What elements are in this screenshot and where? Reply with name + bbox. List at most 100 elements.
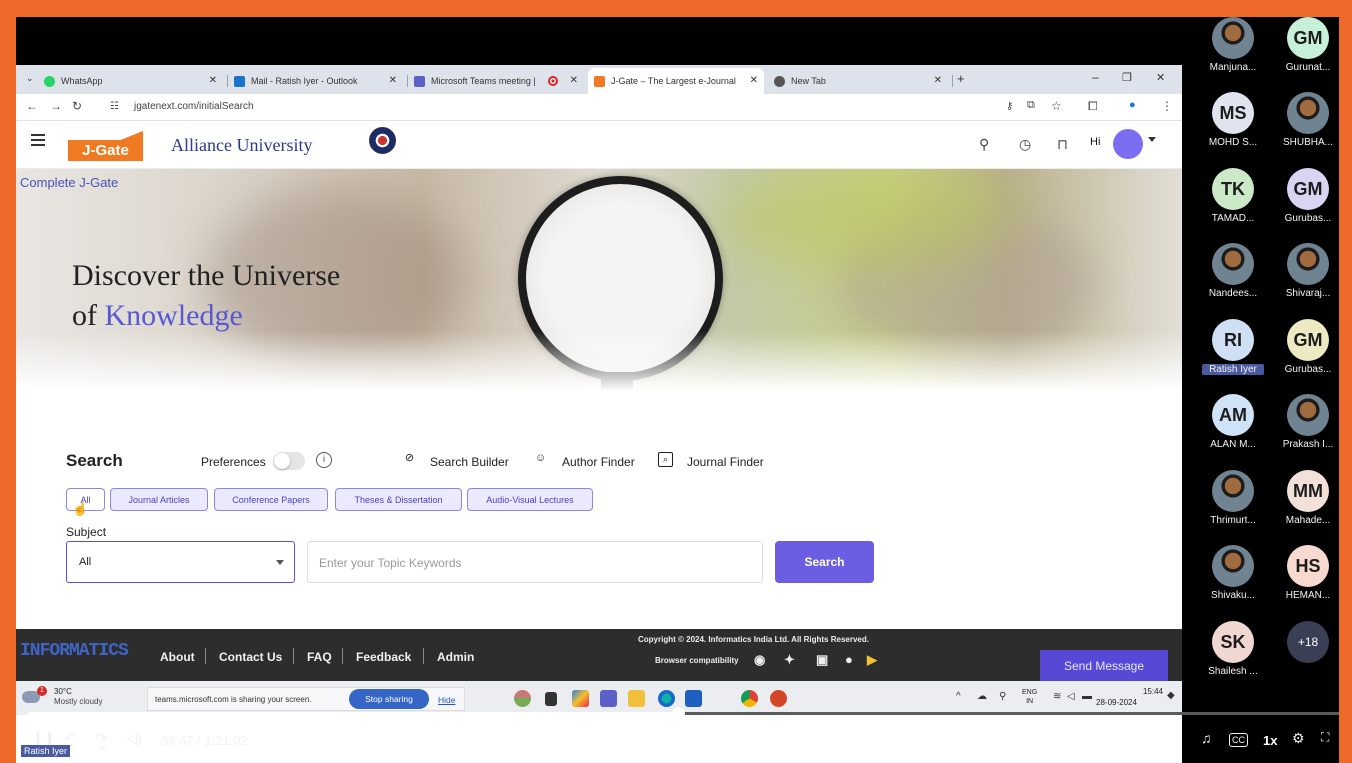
journal-finder-icon[interactable]: ⌕ [658, 452, 673, 467]
bookmark-star-icon[interactable]: ☆ [1051, 99, 1062, 113]
participant-photo[interactable] [1212, 545, 1254, 587]
taskbar-app-icon[interactable] [514, 690, 531, 707]
footer-link-about[interactable]: About [160, 650, 195, 664]
powerpoint-icon[interactable] [770, 690, 787, 707]
footer-link-admin[interactable]: Admin [437, 650, 474, 664]
weather-description[interactable]: Mostly cloudy [54, 697, 102, 706]
playback-speed-button[interactable]: 1x [1263, 733, 1277, 748]
tab-outlook[interactable]: Mail - Ratish Iyer - Outlook ✕ [228, 68, 403, 94]
journal-finder-link[interactable]: Journal Finder [687, 455, 764, 469]
forward-arrow-icon[interactable]: → [50, 99, 62, 113]
jgate-logo[interactable]: J-Gate [68, 131, 143, 161]
close-icon[interactable]: ✕ [750, 75, 758, 86]
collection-label[interactable]: Complete J-Gate [20, 175, 118, 190]
tab-jgate[interactable]: J-Gate – The Largest e-Journal ✕ [588, 68, 764, 94]
clock-time[interactable]: 15:44 [1113, 687, 1163, 696]
filter-chip-av-lectures[interactable]: Audio-Visual Lectures [467, 488, 593, 511]
participant-avatar[interactable]: RI [1212, 319, 1254, 361]
browser-menu-icon[interactable]: ⋮ [1161, 99, 1173, 113]
tray-overflow-icon[interactable]: ^ [956, 691, 961, 702]
close-icon[interactable]: ✕ [389, 75, 397, 86]
tray-app-icon[interactable]: ☁ [977, 691, 987, 702]
send-message-button[interactable]: Send Message [1040, 650, 1168, 681]
chrome-taskbar-icon[interactable] [741, 690, 758, 707]
linkedin-icon[interactable]: ▣ [816, 652, 828, 668]
menu-icon[interactable] [31, 134, 45, 146]
filter-chip-conference-papers[interactable]: Conference Papers [214, 488, 328, 511]
participant-photo[interactable] [1212, 470, 1254, 512]
participant-avatar[interactable]: SK [1212, 621, 1254, 663]
participant-photo[interactable] [1287, 394, 1329, 436]
filter-chip-journal-articles[interactable]: Journal Articles [110, 488, 208, 511]
search-builder-link[interactable]: Search Builder [430, 455, 509, 469]
profile-icon[interactable]: ● [1129, 99, 1136, 111]
tab-search-chevron-icon[interactable]: ⌄ [26, 73, 34, 84]
participant-avatar[interactable]: MS [1212, 92, 1254, 134]
footer-link-feedback[interactable]: Feedback [356, 650, 411, 664]
window-close-icon[interactable]: ✕ [1156, 71, 1165, 84]
participant-photo[interactable] [1287, 92, 1329, 134]
search-button[interactable]: Search [775, 541, 874, 583]
keyword-input[interactable]: Enter your Topic Keywords [307, 541, 763, 583]
skip-forward-icon[interactable]: ↷ [96, 730, 108, 747]
search-icon[interactable]: ⚲ [979, 136, 989, 153]
store-icon[interactable] [685, 690, 702, 707]
edge-icon[interactable] [658, 690, 675, 707]
notification-bell-icon[interactable]: ◆ [1167, 690, 1175, 701]
participant-photo[interactable] [1212, 17, 1254, 59]
teams-taskbar-icon[interactable] [600, 690, 617, 707]
tab-whatsapp[interactable]: WhatsApp ✕ [38, 68, 223, 94]
battery-icon[interactable]: ▬ [1082, 691, 1092, 702]
play-store-icon[interactable]: ▶ [867, 652, 877, 668]
participant-avatar[interactable]: MM [1287, 470, 1329, 512]
filter-chip-theses[interactable]: Theses & Dissertation [335, 488, 462, 511]
subject-select[interactable]: All [66, 541, 295, 583]
reload-icon[interactable]: ↻ [72, 99, 82, 113]
close-icon[interactable]: ✕ [570, 75, 578, 86]
footer-link-faq[interactable]: FAQ [307, 650, 332, 664]
info-icon[interactable]: i [316, 452, 332, 468]
language-indicator[interactable]: ENG IN [1022, 688, 1037, 706]
minimize-icon[interactable]: – [1092, 70, 1099, 84]
clock-date[interactable]: 28-09-2024 [1096, 698, 1137, 707]
bookmark-icon[interactable]: ⊓ [1057, 136, 1068, 153]
participant-photo[interactable] [1212, 243, 1254, 285]
new-tab-plus-icon[interactable]: + [957, 71, 965, 86]
history-clock-icon[interactable]: ◷ [1019, 136, 1031, 153]
tab-teams[interactable]: Microsoft Teams meeting | ✕ [408, 68, 584, 94]
stop-sharing-button[interactable]: Stop sharing [349, 689, 429, 709]
chevron-down-icon[interactable] [1148, 137, 1156, 142]
author-finder-icon[interactable]: ☺ [533, 452, 548, 467]
participant-avatar[interactable]: GM [1287, 168, 1329, 210]
twitter-icon[interactable]: ✦ [784, 652, 795, 668]
volume-icon[interactable]: ◁) [126, 730, 141, 747]
restore-icon[interactable]: ❐ [1122, 71, 1132, 84]
fullscreen-icon[interactable]: ⛶ [1321, 730, 1329, 745]
close-icon[interactable]: ✕ [209, 75, 217, 86]
footer-link-contact[interactable]: Contact Us [219, 650, 282, 664]
search-builder-icon[interactable]: ⊘ [402, 452, 417, 467]
tray-mic-icon[interactable]: ⚲ [999, 691, 1006, 702]
volume-icon[interactable]: ◁ [1067, 691, 1075, 702]
back-arrow-icon[interactable]: ← [26, 99, 38, 113]
participant-avatar[interactable]: TK [1212, 168, 1254, 210]
participant-avatar[interactable]: GM [1287, 319, 1329, 361]
user-avatar[interactable] [1113, 129, 1143, 159]
weather-temperature[interactable]: 30°C [54, 687, 72, 696]
participant-photo[interactable] [1287, 243, 1329, 285]
more-participants-button[interactable]: +18 [1287, 621, 1329, 663]
participant-avatar[interactable]: AM [1212, 394, 1254, 436]
settings-gear-icon[interactable]: ⚙ [1292, 730, 1305, 747]
chevron-down-icon[interactable] [276, 560, 284, 565]
progress-handle[interactable] [672, 707, 685, 720]
key-icon[interactable]: ⚷ [1006, 101, 1013, 112]
participant-avatar[interactable]: GM [1287, 17, 1329, 59]
extensions-icon[interactable]: ⧠ [1088, 99, 1098, 114]
wifi-icon[interactable]: ≋ [1053, 691, 1061, 702]
taskbar-app-icon[interactable] [545, 692, 557, 706]
url-field[interactable]: jgatenext.com/initialSearch [134, 101, 254, 112]
participant-avatar[interactable]: HS [1287, 545, 1329, 587]
preferences-toggle[interactable] [273, 452, 305, 470]
author-finder-link[interactable]: Author Finder [562, 455, 635, 469]
tab-new-tab[interactable]: New Tab ✕ [768, 68, 948, 94]
